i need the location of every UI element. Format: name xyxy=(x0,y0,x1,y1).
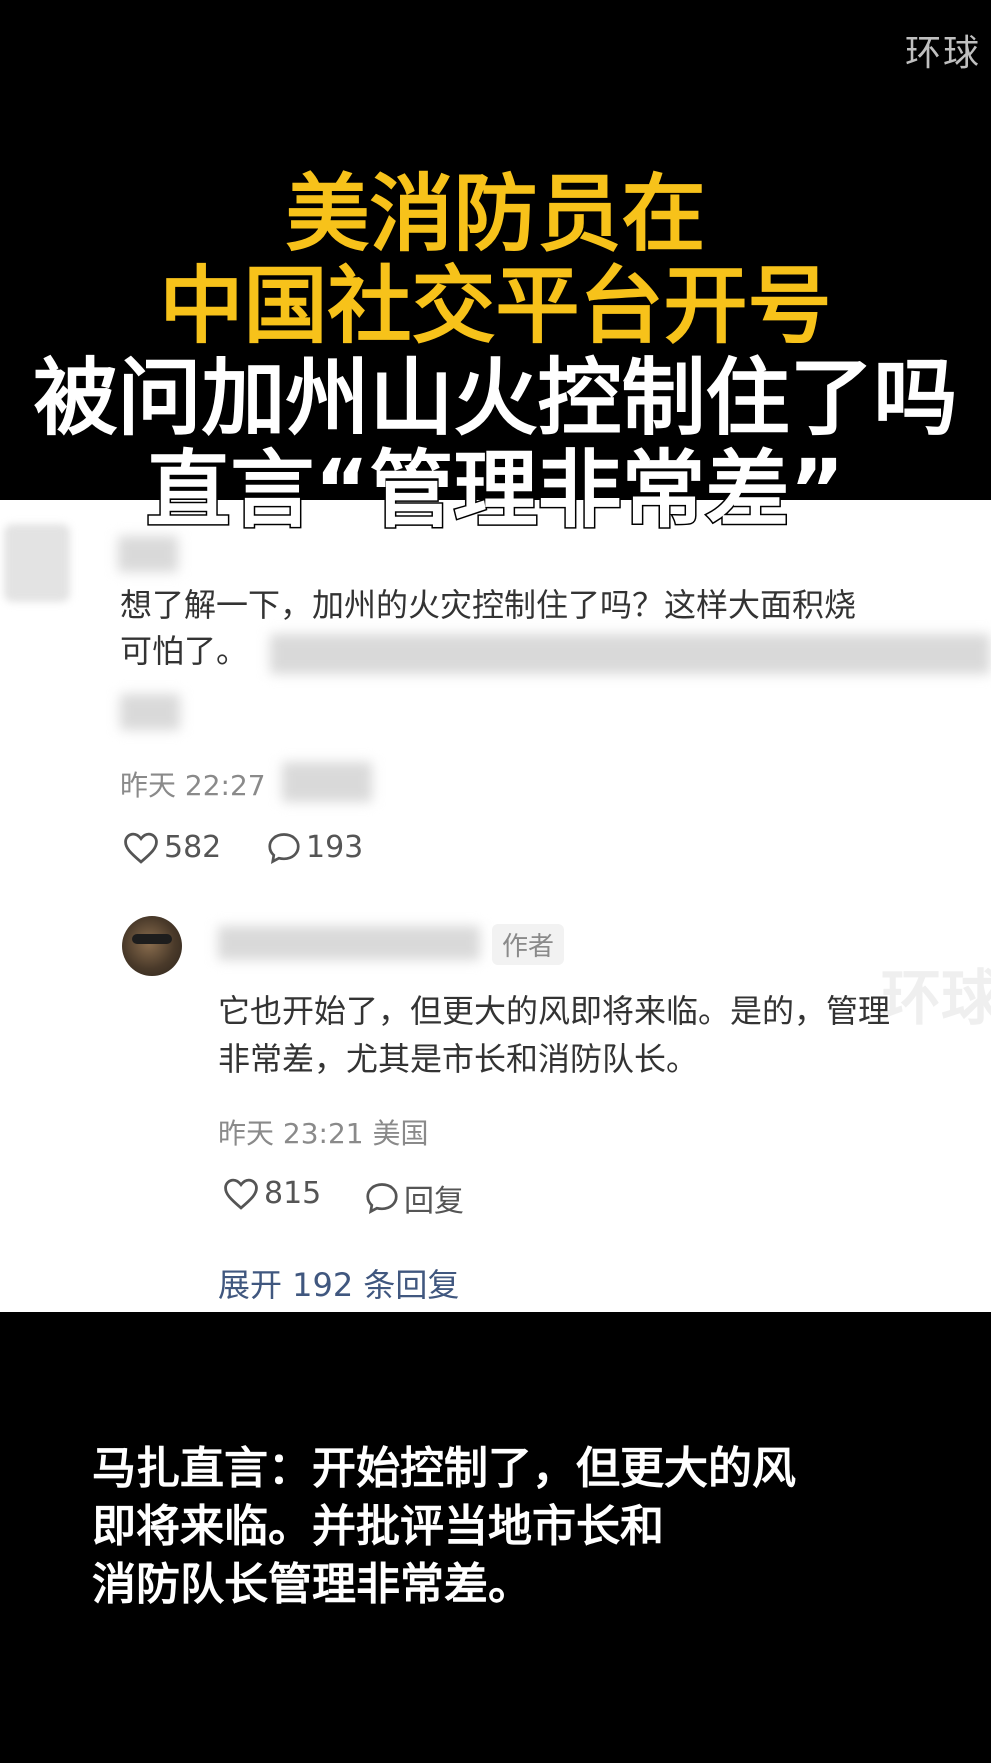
comment-like-count: 582 xyxy=(164,830,222,865)
comment-redacted xyxy=(270,634,990,674)
commenter-name-redacted xyxy=(118,536,178,572)
comment-bubble-icon xyxy=(366,1183,398,1214)
comment-like-button[interactable]: 582 xyxy=(122,830,221,865)
reply-label: 回复 xyxy=(404,1184,464,1219)
comment-bubble-icon xyxy=(268,832,300,864)
caption-line-3: 消防队长管理非常差。 xyxy=(92,1559,532,1610)
comment-reply-count: 193 xyxy=(306,830,364,865)
comment-text-line-1: 想了解一下，加州的火灾控制住了吗？这样大面积烧 xyxy=(120,586,857,624)
reply-reply-button[interactable]: 回复 xyxy=(364,1176,464,1220)
headline-line-1: 美消防员在 xyxy=(284,165,707,263)
reply-text-line-2: 非常差，尤其是市长和消防队长。 xyxy=(218,1040,699,1078)
faint-watermark: 环球 xyxy=(881,964,991,1034)
headline-line-4: 直言“管理非常差” xyxy=(145,441,846,539)
reply-author-avatar[interactable] xyxy=(122,916,182,976)
comment-time: 昨天 22:27 xyxy=(120,769,266,802)
reply-like-button[interactable]: 815 xyxy=(222,1176,321,1211)
reply-text-line-1: 它也开始了，但更大的风即将来临。是的，管理 xyxy=(218,992,891,1030)
headline: 美消防员在 中国社交平台开号 被问加州山火控制住了吗 直言“管理非常差” xyxy=(0,165,991,539)
expand-replies-link[interactable]: 展开 192 条回复 xyxy=(218,1260,459,1306)
author-badge: 作者 xyxy=(492,924,565,965)
reply-like-count: 815 xyxy=(264,1176,322,1211)
comment-text-line-2: 可怕了。 xyxy=(120,632,249,670)
reply-time-location: 昨天 23:21 美国 xyxy=(218,1117,429,1150)
comment-redacted-2 xyxy=(120,694,180,730)
headline-line-2: 中国社交平台开号 xyxy=(158,257,833,355)
caption-line-1: 马扎直言：开始控制了，但更大的风 xyxy=(92,1443,796,1494)
watermark-logo: 环球 xyxy=(904,33,981,74)
comment-screenshot: 想了解一下，加州的火灾控制住了吗？这样大面积烧 可怕了。 昨天 22:27 58… xyxy=(0,500,991,1312)
heart-icon xyxy=(124,832,158,864)
headline-line-3: 被问加州山火控制住了吗 xyxy=(32,349,959,447)
comment-location-redacted xyxy=(282,762,372,802)
caption-line-2: 即将来临。并批评当地市长和 xyxy=(92,1501,664,1552)
comment-reply-button[interactable]: 193 xyxy=(266,830,363,865)
subtitle-caption: 马扎直言：开始控制了，但更大的风 即将来临。并批评当地市长和 消防队长管理非常差… xyxy=(92,1440,796,1614)
heart-icon xyxy=(224,1178,258,1210)
reply-author-name-redacted xyxy=(218,926,480,960)
